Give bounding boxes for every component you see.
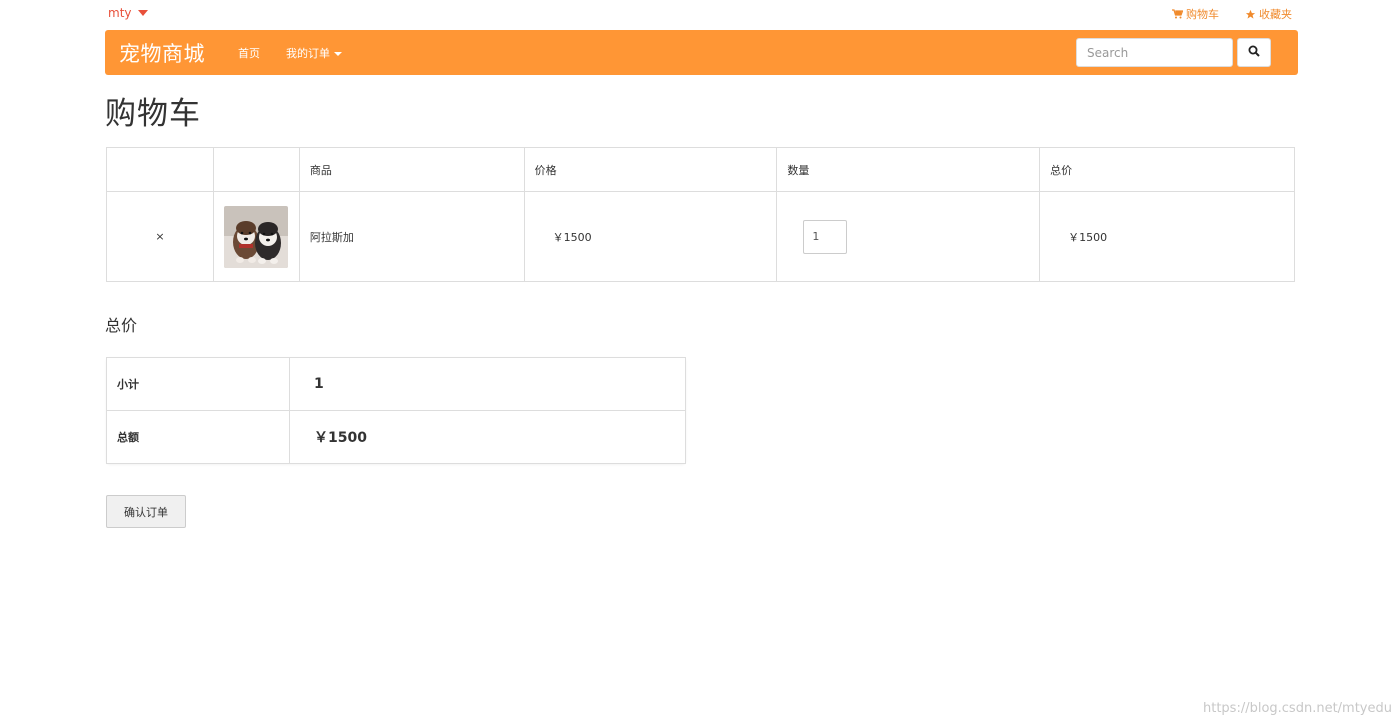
row-total-cell: ￥1500 (1039, 191, 1295, 282)
product-price: ￥1500 (552, 230, 592, 244)
magnifier-icon (1248, 45, 1260, 60)
user-menu[interactable]: mty (108, 6, 148, 20)
product-image[interactable] (223, 205, 288, 268)
top-utility-bar: mty 购物车 收藏夹 (106, 4, 1298, 24)
product-image-cell (212, 191, 300, 282)
top-links: 购物车 收藏夹 (1172, 6, 1292, 22)
subtotal-value: 1 (289, 357, 686, 411)
caret-down-icon (334, 52, 342, 56)
nav-home-label: 首页 (238, 47, 260, 60)
nav-orders-label: 我的订单 (286, 47, 330, 60)
favorites-link-label: 收藏夹 (1259, 8, 1292, 21)
username: mty (108, 6, 132, 20)
product-name[interactable]: 阿拉斯加 (298, 191, 525, 282)
main-navbar: 宠物商城 首页 我的订单 (105, 30, 1298, 75)
confirm-order-button[interactable]: 确认订单 (106, 495, 186, 528)
summary-table: 小计 1 总额 ￥1500 (106, 357, 686, 464)
column-header-image (212, 147, 300, 192)
column-header-product: 商品 (298, 147, 525, 192)
search-input[interactable] (1076, 38, 1233, 67)
cart-link-label: 购物车 (1186, 8, 1219, 21)
cart-table-header-row: 商品 价格 数量 总价 (106, 147, 1295, 192)
total-label: 总额 (106, 410, 290, 464)
subtotal-label: 小计 (106, 357, 290, 411)
page-title: 购物车 (105, 96, 201, 132)
total-value: ￥1500 (289, 410, 686, 464)
shopping-cart-icon (1172, 9, 1183, 19)
product-price-cell: ￥1500 (523, 191, 778, 282)
quantity-cell (776, 191, 1041, 282)
cart-table: 商品 价格 数量 总价 × 阿拉斯加 ￥1500 1 ￥1500 (106, 147, 1295, 282)
cart-link[interactable]: 购物车 (1172, 6, 1219, 22)
caret-down-icon (137, 10, 148, 16)
summary-title: 总价 (105, 316, 138, 335)
favorites-link[interactable]: 收藏夹 (1245, 6, 1292, 22)
nav-home[interactable]: 首页 (238, 45, 260, 61)
row-total: ￥1500 (1068, 230, 1108, 244)
table-row: × 阿拉斯加 ￥1500 1 ￥1500 (106, 191, 1295, 282)
column-header-total: 总价 (1039, 147, 1295, 192)
brand-logo[interactable]: 宠物商城 (119, 38, 205, 68)
summary-row-total: 总额 ￥1500 (106, 410, 686, 464)
search-button[interactable] (1237, 38, 1271, 67)
remove-item-button[interactable]: × (106, 191, 214, 282)
column-header-price: 价格 (523, 147, 778, 192)
watermark: https://blog.csdn.net/mtyedu (1202, 701, 1392, 716)
column-header-quantity: 数量 (776, 147, 1041, 192)
star-icon (1245, 9, 1256, 20)
nav-my-orders-dropdown[interactable]: 我的订单 (286, 45, 342, 61)
summary-row-subtotal: 小计 1 (106, 357, 686, 411)
quantity-input[interactable] (803, 219, 848, 254)
column-header-remove (106, 147, 214, 192)
